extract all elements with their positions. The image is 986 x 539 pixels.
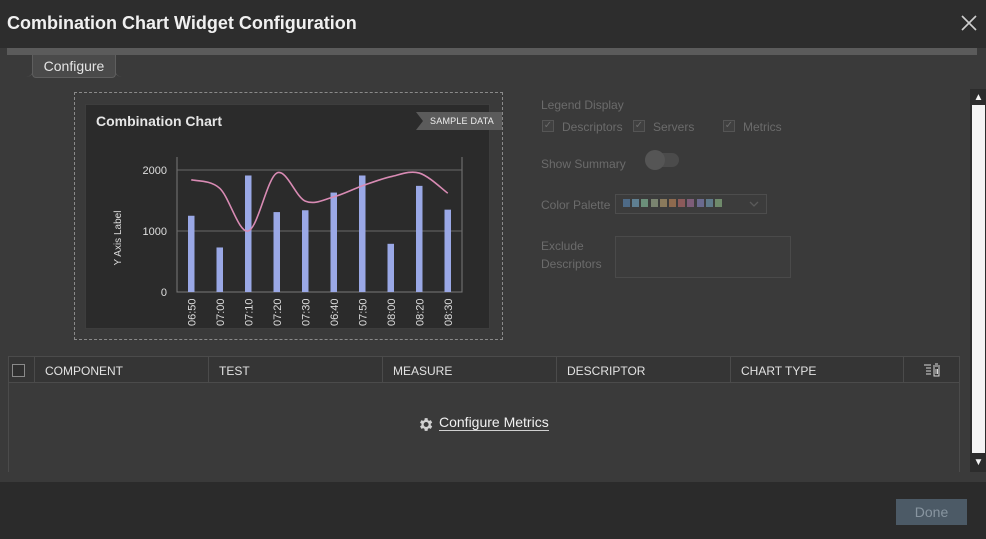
chart-bar (273, 212, 280, 292)
x-tick-label: 08:20 (414, 298, 426, 326)
widget-config-dialog: Combination Chart Widget Configuration C… (0, 0, 986, 539)
palette-swatch (696, 199, 704, 207)
column-header-descriptor[interactable]: DESCRIPTOR (556, 356, 730, 383)
exclude-label-line2: Descriptors (541, 257, 602, 271)
palette-swatch (669, 199, 676, 207)
chart-bar (387, 243, 394, 292)
combination-chart: 0 1000 2000 06:50 07:00 07:10 07:20 07:30 06:40 0… (143, 157, 463, 326)
chart-bar (444, 209, 451, 292)
y-axis-label: Y Axis Label (113, 210, 124, 266)
x-tick-label: 07:50 (357, 298, 369, 326)
descriptors-label: Descriptors (562, 120, 623, 134)
column-header-test[interactable]: TEST (208, 356, 382, 383)
show-summary-label: Show Summary (541, 157, 626, 171)
configure-metrics-link[interactable]: Configure Metrics (439, 414, 549, 431)
chart-bar (330, 192, 337, 292)
done-button[interactable]: Done (896, 499, 967, 525)
x-tick-label: 06:50 (186, 298, 198, 326)
chart-bar (416, 185, 423, 292)
palette-swatch (650, 199, 658, 207)
color-palette-label: Color Palette (541, 198, 611, 212)
palette-swatch (687, 199, 695, 207)
metrics-label: Metrics (743, 120, 782, 134)
scroll-down-icon[interactable]: ▼ (972, 456, 985, 470)
column-header-component[interactable]: COMPONENT (34, 356, 208, 383)
gear-icon[interactable] (417, 416, 434, 433)
select-all-checkbox[interactable] (12, 364, 25, 377)
palette-swatch (659, 199, 667, 207)
servers-checkbox[interactable]: ✓ (633, 120, 645, 132)
chart-bar (302, 210, 309, 292)
dialog-titlebar: Combination Chart Widget Configuration (0, 0, 986, 48)
close-icon[interactable] (958, 12, 980, 34)
x-tick-label: 06:40 (329, 298, 341, 326)
descriptors-checkbox[interactable]: ✓ (542, 120, 554, 132)
chart-bar (359, 175, 366, 292)
tab-strip (7, 48, 977, 55)
palette-swatch (678, 199, 686, 207)
x-tick-label: 07:30 (300, 298, 312, 326)
servers-label: Servers (653, 120, 695, 134)
metrics-checkbox[interactable]: ✓ (723, 120, 735, 132)
legend-display-label: Legend Display (541, 98, 624, 112)
y-tick-label: 1000 (143, 226, 167, 238)
scroll-up-icon[interactable]: ▲ (972, 91, 985, 105)
y-tick-label: 0 (161, 287, 167, 299)
x-tick-label: 08:00 (386, 298, 398, 326)
palette-swatch (715, 199, 722, 207)
scrollbar-thumb[interactable] (972, 105, 985, 453)
palette-swatch (632, 199, 640, 207)
chart-series-line (191, 171, 449, 232)
x-tick-label: 07:10 (243, 298, 255, 326)
x-tick-label: 08:30 (443, 298, 455, 326)
column-header-measure[interactable]: MEASURE (382, 356, 556, 383)
y-tick-label: 2000 (143, 165, 167, 177)
palette-swatch (641, 199, 649, 207)
column-list-delete-icon[interactable] (923, 363, 941, 377)
chart-bar (188, 215, 195, 292)
palette-swatch (705, 199, 713, 207)
x-tick-label: 07:20 (272, 298, 284, 326)
dialog-title: Combination Chart Widget Configuration (7, 13, 357, 33)
exclude-descriptors-input[interactable] (615, 236, 791, 278)
exclude-label-line1: Exclude (541, 239, 584, 253)
dialog-footer (0, 482, 986, 539)
tab-configure[interactable]: Configure (32, 55, 116, 78)
chart-bar (216, 247, 223, 292)
column-header-chart-type[interactable]: CHART TYPE (730, 356, 904, 383)
chart-bar (245, 175, 252, 292)
palette-swatch (623, 199, 630, 207)
show-summary-toggle-knob (645, 150, 665, 170)
x-tick-label: 07:00 (215, 298, 227, 326)
chevron-down-icon[interactable] (749, 200, 759, 208)
